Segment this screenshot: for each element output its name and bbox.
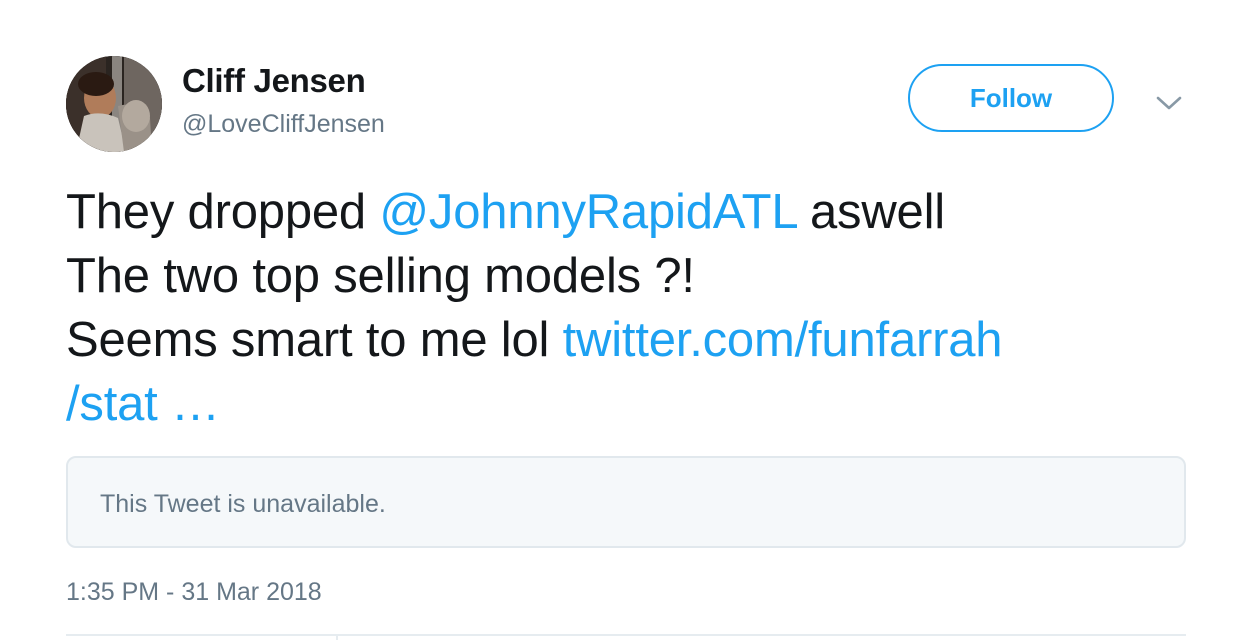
url-link-continued[interactable]: /stat … xyxy=(66,377,220,431)
chevron-down-icon[interactable] xyxy=(1152,88,1186,118)
url-link[interactable]: twitter.com/funfarrah xyxy=(563,313,1003,367)
tweet-line-2: The two top selling models ?! xyxy=(66,249,695,303)
divider xyxy=(336,634,338,640)
quoted-tweet-unavailable-text: This Tweet is unavailable. xyxy=(100,490,386,518)
divider xyxy=(66,634,1186,636)
tweet-text: They dropped @JohnnyRapidATL aswell The … xyxy=(66,180,1186,436)
tweet-text-segment: aswell xyxy=(796,185,945,239)
tweet-timestamp[interactable]: 1:35 PM - 31 Mar 2018 xyxy=(66,578,322,607)
tweet-text-segment: Seems smart to me lol xyxy=(66,313,563,367)
tweet-line-1: They dropped @JohnnyRapidATL aswell xyxy=(66,180,1186,244)
tweet-line-3: Seems smart to me lol twitter.com/funfar… xyxy=(66,308,1186,372)
tweet-text-segment: They dropped xyxy=(66,185,380,239)
mention-link[interactable]: @JohnnyRapidATL xyxy=(379,185,796,239)
avatar-photo xyxy=(66,56,162,152)
user-display-name[interactable]: Cliff Jensen xyxy=(182,62,366,100)
tweet-card: Cliff Jensen @LoveCliffJensen Follow The… xyxy=(0,0,1260,640)
follow-button[interactable]: Follow xyxy=(908,64,1114,132)
tweet-line-4: /stat … xyxy=(66,372,1186,436)
avatar[interactable] xyxy=(66,56,162,152)
user-handle[interactable]: @LoveCliffJensen xyxy=(182,110,385,139)
quoted-tweet-box[interactable]: This Tweet is unavailable. xyxy=(66,456,1186,548)
